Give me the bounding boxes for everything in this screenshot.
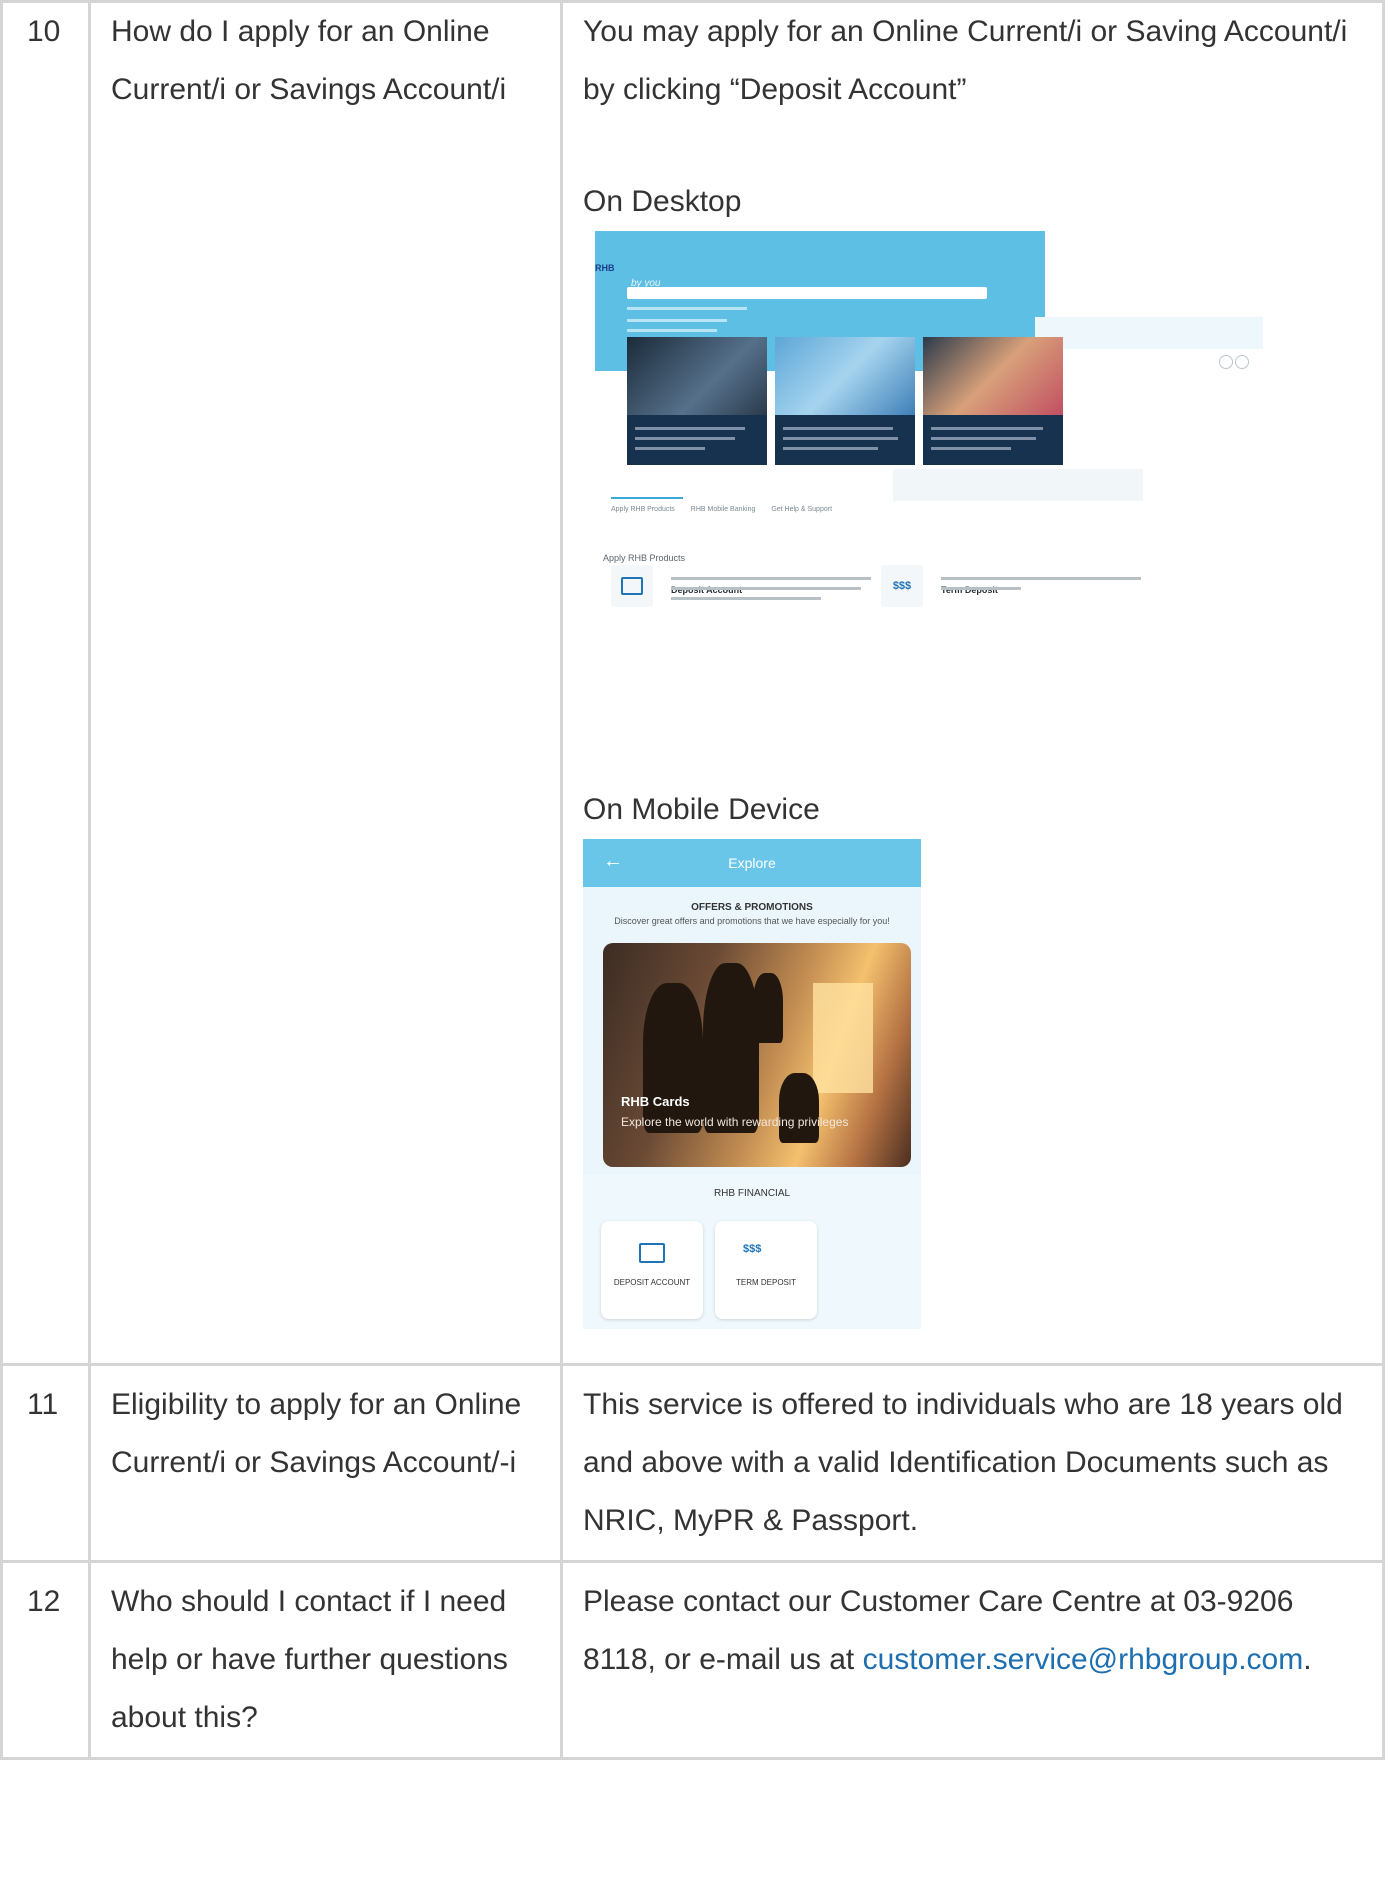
mobile-label: On Mobile Device [583,793,820,826]
product-title: Deposit Account [671,585,743,595]
carousel-arrows [1219,331,1255,369]
product-desc-line [671,577,871,580]
product-desc-line [941,587,1021,590]
product-desc-line [671,587,861,590]
answer-suffix: . [1303,1643,1312,1676]
desktop-search-bar [627,287,987,299]
money-icon: $$$ [743,1243,762,1255]
faq-table: 10 How do I apply for an Online Current/… [0,0,1385,1760]
desktop-tabs: Apply RHB Products RHB Mobile Banking Ge… [611,481,1161,513]
product-desc-line [941,577,1141,580]
safe-icon [639,1243,665,1263]
promo-card [923,337,1063,465]
person-silhouette [703,963,759,1133]
product-deposit-account: Deposit Account [611,561,881,613]
promo-desc: Explore the world with rewarding privile… [621,1115,849,1129]
window-light [813,983,873,1093]
tab-apply-products: Apply RHB Products [611,506,675,513]
question-cell: How do I apply for an Online Current/i o… [88,0,563,1366]
tab-help-support: Get Help & Support [771,506,833,513]
table-row: 12 Who should I contact if I need help o… [0,1560,1385,1760]
answer-cell: You may apply for an Online Current/i or… [560,0,1385,1366]
product-desc-line [671,597,821,600]
hero-text-line [627,319,727,322]
email-link[interactable]: customer.service@rhbgroup.com [863,1643,1304,1676]
desktop-label: On Desktop [583,185,742,218]
answer-cell: This service is offered to individuals w… [560,1363,1385,1563]
mobile-screenshot: ← Explore OFFERS & PROMOTIONS Discover g… [583,839,921,1329]
table-row: 10 How do I apply for an Online Current/… [0,0,1385,1366]
tile-deposit-account: DEPOSIT ACCOUNT [601,1221,703,1319]
offers-title: OFFERS & PROMOTIONS [691,902,813,913]
product-title: Term Deposit [941,585,998,595]
row-number: 11 [0,1363,91,1563]
row-number: 12 [0,1560,91,1760]
child-silhouette [753,973,783,1043]
promo-title: RHB Cards [621,1094,690,1109]
financial-label: RHB FINANCIAL [713,1188,791,1199]
answer-text: You may apply for an Online Current/i or… [583,15,1348,106]
hero-tagline: by you [631,278,661,289]
answer-cell: Please contact our Customer Care Centre … [560,1560,1385,1760]
tile-label: TERM DEPOSIT [735,1278,796,1287]
rhb-logo: RHB [595,263,615,273]
tab-mobile-banking: RHB Mobile Banking [690,506,756,513]
active-tab-underline [611,497,683,499]
table-row: 11 Eligibility to apply for an Online Cu… [0,1363,1385,1563]
desktop-screenshot: RHB by you Apply RHB Products RHB Mobile… [583,231,1263,701]
product-term-deposit: $$$ Term Deposit [881,561,1151,613]
question-cell: Eligibility to apply for an Online Curre… [88,1363,563,1563]
safe-icon [611,565,653,607]
money-icon: $$$ [881,565,923,607]
hero-text-line [627,329,717,332]
promo-card [627,337,767,465]
offers-desc: Discover great offers and promotions tha… [614,916,890,926]
hero-text-line [627,307,747,310]
question-cell: Who should I contact if I need help or h… [88,1560,563,1760]
child-silhouette [779,1073,819,1143]
promo-card [775,337,915,465]
mobile-header: ← Explore [583,839,921,887]
tile-label: DEPOSIT ACCOUNT [613,1278,691,1287]
financial-section: RHB FINANCIAL DEPOSIT ACCOUNT $$$ TERM D… [583,1175,921,1329]
promo-photo: RHB Cards Explore the world with rewardi… [603,943,911,1167]
mobile-header-title: Explore [728,855,776,871]
row-number: 10 [0,0,91,1366]
tile-term-deposit: $$$ TERM DEPOSIT [715,1221,817,1319]
